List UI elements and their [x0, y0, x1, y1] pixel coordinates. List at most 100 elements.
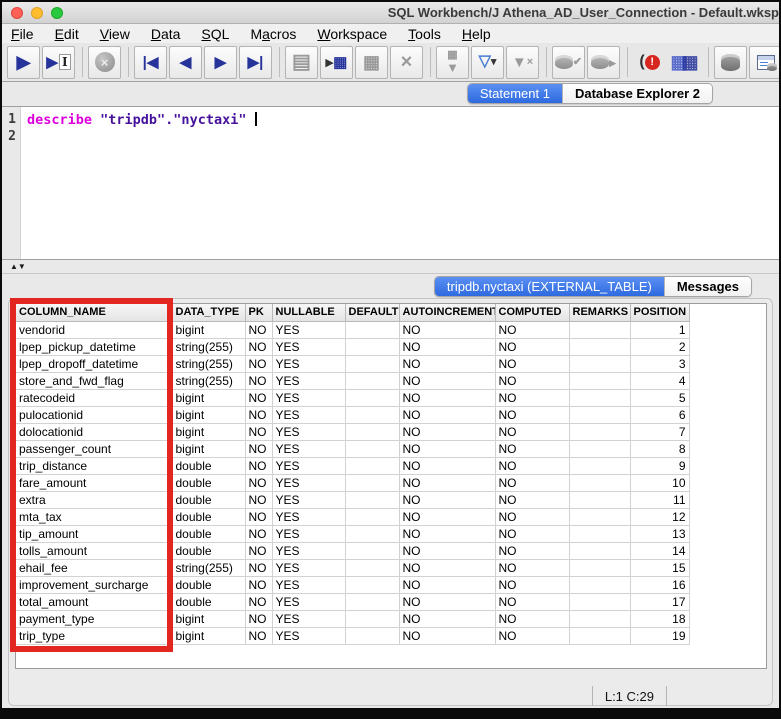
cell-data-type[interactable]: bigint	[172, 610, 245, 627]
cell-pk[interactable]: NO	[245, 508, 272, 525]
cell-column-name[interactable]: improvement_surcharge	[16, 576, 172, 593]
cell-data-type[interactable]: double	[172, 576, 245, 593]
cell-column-name[interactable]: extra	[16, 491, 172, 508]
cell-default[interactable]	[345, 508, 399, 525]
cell-default[interactable]	[345, 423, 399, 440]
table-row[interactable]: extra double NO YES NO NO 11	[16, 491, 689, 508]
cell-computed[interactable]: NO	[495, 508, 569, 525]
commit-button[interactable]: ✔	[552, 46, 585, 79]
cell-nullable[interactable]: YES	[272, 389, 345, 406]
cell-column-name[interactable]: mta_tax	[16, 508, 172, 525]
column-header[interactable]: COMPUTED	[495, 304, 569, 321]
cell-pk[interactable]: NO	[245, 440, 272, 457]
cell-column-name[interactable]: passenger_count	[16, 440, 172, 457]
cell-data-type[interactable]: double	[172, 474, 245, 491]
panel-splitter[interactable]: ▲▼	[2, 260, 779, 274]
column-header[interactable]: DATA_TYPE	[172, 304, 245, 321]
cell-pk[interactable]: NO	[245, 423, 272, 440]
table-row[interactable]: trip_distance double NO YES NO NO 9	[16, 457, 689, 474]
cell-autoincrement[interactable]: NO	[399, 474, 495, 491]
cell-column-name[interactable]: fare_amount	[16, 474, 172, 491]
table-row[interactable]: improvement_surcharge double NO YES NO N…	[16, 576, 689, 593]
reset-filter-button[interactable]: ▼×	[506, 46, 539, 79]
cell-autoincrement[interactable]: NO	[399, 627, 495, 644]
cell-pk[interactable]: NO	[245, 406, 272, 423]
insert-row-button[interactable]: ▦	[355, 46, 388, 79]
cell-position[interactable]: 2	[630, 338, 689, 355]
menu-item[interactable]: Help	[462, 26, 491, 42]
cell-column-name[interactable]: store_and_fwd_flag	[16, 372, 172, 389]
cell-data-type[interactable]: bigint	[172, 423, 245, 440]
first-row-button[interactable]: |◀	[134, 46, 167, 79]
cell-column-name[interactable]: pulocationid	[16, 406, 172, 423]
menu-item[interactable]: Data	[151, 26, 181, 42]
cell-column-name[interactable]: tolls_amount	[16, 542, 172, 559]
cell-computed[interactable]: NO	[495, 610, 569, 627]
cell-pk[interactable]: NO	[245, 491, 272, 508]
save-button[interactable]: ▤	[285, 46, 318, 79]
cell-column-name[interactable]: payment_type	[16, 610, 172, 627]
cell-computed[interactable]: NO	[495, 491, 569, 508]
previous-row-button[interactable]: ◀	[169, 46, 202, 79]
cell-computed[interactable]: NO	[495, 406, 569, 423]
cell-nullable[interactable]: YES	[272, 542, 345, 559]
cell-computed[interactable]: NO	[495, 593, 569, 610]
cell-default[interactable]	[345, 321, 399, 338]
cell-remarks[interactable]	[569, 610, 630, 627]
cell-nullable[interactable]: YES	[272, 491, 345, 508]
cell-remarks[interactable]	[569, 355, 630, 372]
cell-remarks[interactable]	[569, 593, 630, 610]
column-header[interactable]: NULLABLE	[272, 304, 345, 321]
cell-pk[interactable]: NO	[245, 474, 272, 491]
cell-nullable[interactable]: YES	[272, 474, 345, 491]
rollback-on-error-button[interactable]: (!	[633, 46, 666, 79]
cell-position[interactable]: 3	[630, 355, 689, 372]
cell-default[interactable]	[345, 559, 399, 576]
cell-remarks[interactable]	[569, 576, 630, 593]
cell-data-type[interactable]: double	[172, 593, 245, 610]
cell-position[interactable]: 1	[630, 321, 689, 338]
column-header[interactable]: AUTOINCREMENT	[399, 304, 495, 321]
cell-pk[interactable]: NO	[245, 542, 272, 559]
cell-autoincrement[interactable]: NO	[399, 576, 495, 593]
cell-nullable[interactable]: YES	[272, 406, 345, 423]
table-row[interactable]: total_amount double NO YES NO NO 17	[16, 593, 689, 610]
tab-messages[interactable]: Messages	[664, 277, 751, 296]
cell-column-name[interactable]: trip_distance	[16, 457, 172, 474]
cell-default[interactable]	[345, 593, 399, 610]
cell-data-type[interactable]: bigint	[172, 321, 245, 338]
splitter-arrows-icon[interactable]: ▲▼	[10, 262, 26, 271]
cell-nullable[interactable]: YES	[272, 627, 345, 644]
cell-data-type[interactable]: bigint	[172, 389, 245, 406]
update-database-button[interactable]: ▸▦	[320, 46, 353, 79]
cell-computed[interactable]: NO	[495, 338, 569, 355]
table-row[interactable]: pulocationid bigint NO YES NO NO 6	[16, 406, 689, 423]
cell-nullable[interactable]: YES	[272, 576, 345, 593]
cell-column-name[interactable]: trip_type	[16, 627, 172, 644]
cell-pk[interactable]: NO	[245, 389, 272, 406]
last-row-button[interactable]: ▶|	[239, 46, 272, 79]
cell-position[interactable]: 16	[630, 576, 689, 593]
cell-autoincrement[interactable]: NO	[399, 355, 495, 372]
cell-column-name[interactable]: tip_amount	[16, 525, 172, 542]
cell-position[interactable]: 17	[630, 593, 689, 610]
cell-data-type[interactable]: double	[172, 525, 245, 542]
cell-data-type[interactable]: string(255)	[172, 355, 245, 372]
cell-position[interactable]: 10	[630, 474, 689, 491]
cell-data-type[interactable]: string(255)	[172, 559, 245, 576]
cell-autoincrement[interactable]: NO	[399, 559, 495, 576]
cell-remarks[interactable]	[569, 627, 630, 644]
cell-pk[interactable]: NO	[245, 355, 272, 372]
cell-remarks[interactable]	[569, 542, 630, 559]
cell-nullable[interactable]: YES	[272, 559, 345, 576]
cell-remarks[interactable]	[569, 372, 630, 389]
cell-data-type[interactable]: bigint	[172, 406, 245, 423]
cell-position[interactable]: 8	[630, 440, 689, 457]
cell-default[interactable]	[345, 338, 399, 355]
cell-data-type[interactable]: double	[172, 491, 245, 508]
cell-remarks[interactable]	[569, 559, 630, 576]
cell-nullable[interactable]: YES	[272, 321, 345, 338]
cell-remarks[interactable]	[569, 491, 630, 508]
cell-pk[interactable]: NO	[245, 593, 272, 610]
cell-default[interactable]	[345, 457, 399, 474]
